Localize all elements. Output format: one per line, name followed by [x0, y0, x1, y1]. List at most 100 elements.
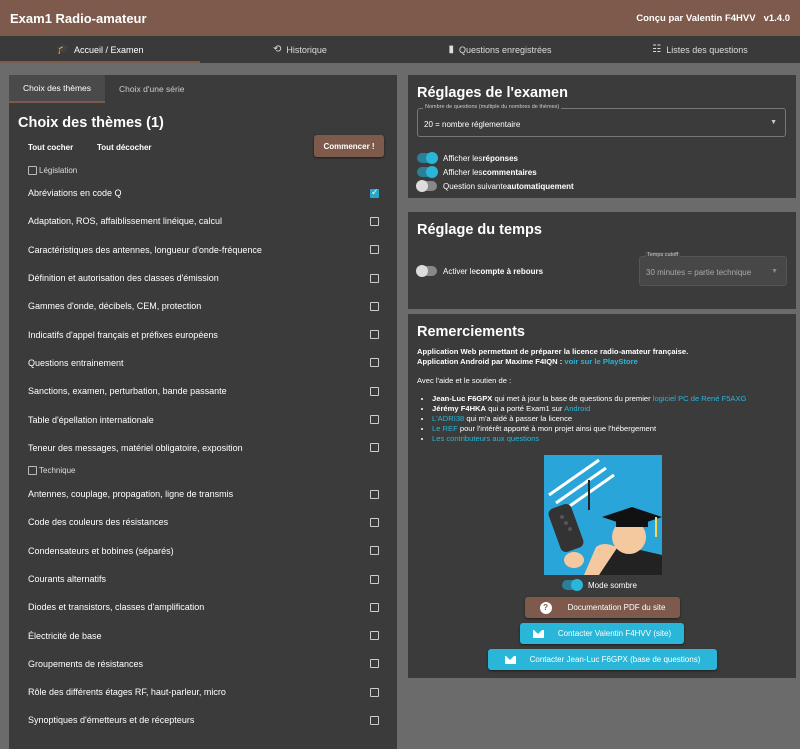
theme-checkbox[interactable]: [370, 687, 379, 697]
tab-label: Listes des questions: [666, 44, 748, 55]
toggle-auto-next[interactable]: Question suivante automatiquement: [416, 180, 574, 192]
contributors-link[interactable]: Les contributeurs aux questions: [432, 434, 539, 443]
category-checkbox[interactable]: [28, 165, 37, 175]
pdf-doc-button[interactable]: ? Documentation PDF du site: [525, 597, 680, 618]
theme-checkbox[interactable]: [370, 631, 379, 641]
category-label: Technique: [39, 466, 76, 476]
theme-label: Groupements de résistances: [28, 658, 144, 669]
theme-row[interactable]: Rôle des différents étages RF, haut-parl…: [9, 678, 397, 706]
contact-valentin-button[interactable]: Contacter Valentin F4HVV (site): [520, 623, 684, 644]
graduation-cap-icon: 🎓: [56, 44, 69, 55]
theme-row[interactable]: Électricité de base: [9, 621, 397, 649]
theme-checkbox[interactable]: [370, 415, 379, 425]
list-item: Le REF pour l'intérêt apporté à mon proj…: [432, 424, 746, 434]
theme-row[interactable]: Groupements de résistances: [9, 650, 397, 678]
theme-row[interactable]: Définition et autorisation des classes d…: [9, 264, 397, 292]
toggle-switch[interactable]: [417, 152, 438, 164]
tab-history[interactable]: ⟲ Historique: [200, 36, 400, 63]
main-nav: 🎓 Accueil / Examen ⟲ Historique ▮ Questi…: [0, 36, 800, 63]
theme-checkbox[interactable]: [370, 443, 379, 453]
theme-row[interactable]: Diodes et transistors, classes d'amplifi…: [9, 593, 397, 621]
theme-checkbox[interactable]: [370, 187, 379, 198]
tab-question-lists[interactable]: ☷ Listes des questions: [600, 36, 800, 63]
theme-label: Adaptation, ROS, affaiblissement linéiqu…: [28, 216, 222, 227]
toggle-dark-mode[interactable]: Mode sombre: [562, 579, 637, 591]
check-all-button[interactable]: Tout cocher: [28, 143, 73, 152]
toggle-show-comments[interactable]: Afficher les commentaires: [417, 166, 537, 178]
theme-checkbox[interactable]: [370, 602, 379, 612]
adri38-link[interactable]: L'ADRI38: [432, 414, 464, 423]
theme-checkbox[interactable]: [370, 574, 379, 584]
theme-checkbox[interactable]: [370, 659, 379, 669]
chevron-down-icon: ▼: [771, 268, 778, 275]
theme-checkbox[interactable]: [370, 301, 379, 311]
toggle-switch[interactable]: [416, 265, 437, 277]
theme-checkbox[interactable]: [370, 273, 379, 283]
theme-checkbox[interactable]: [370, 330, 379, 340]
tab-saved-questions[interactable]: ▮ Questions enregistrées: [400, 36, 600, 63]
theme-row[interactable]: Sanctions, examen, perturbation, bande p…: [9, 377, 397, 405]
playstore-link[interactable]: voir sur le PlayStore: [564, 357, 637, 366]
theme-row[interactable]: Synoptiques d'émetteurs et de récepteurs: [9, 706, 397, 734]
theme-checkbox[interactable]: [370, 358, 379, 368]
start-button[interactable]: Commencer !: [314, 135, 384, 157]
chevron-down-icon: ▼: [770, 119, 777, 126]
category-checkbox[interactable]: [28, 466, 37, 476]
theme-label: Diodes et transistors, classes d'amplifi…: [28, 602, 205, 613]
category-technique[interactable]: Technique: [9, 462, 397, 480]
bookmark-icon: ▮: [448, 44, 454, 55]
android-link[interactable]: Android: [564, 404, 590, 413]
toggle-switch[interactable]: [417, 166, 438, 178]
theme-checkbox[interactable]: [370, 715, 379, 725]
theme-row[interactable]: Condensateurs et bobines (séparés): [9, 537, 397, 565]
theme-row[interactable]: Questions entrainement: [9, 349, 397, 377]
themes-title: Choix des thèmes (1): [18, 115, 164, 131]
thanks-line-android: Application Android par Maxime F4IQN :: [417, 357, 563, 366]
tab-home-exam[interactable]: 🎓 Accueil / Examen: [0, 36, 200, 63]
theme-row[interactable]: Courants alternatifs: [9, 565, 397, 593]
theme-label: Caractéristiques des antennes, longueur …: [28, 244, 262, 255]
theme-row[interactable]: Indicatifs d'appel français et préfixes …: [9, 320, 397, 348]
help-icon: ?: [539, 601, 552, 614]
theme-row[interactable]: Caractéristiques des antennes, longueur …: [9, 236, 397, 264]
rene-software-link[interactable]: logiciel PC de René F5AXG: [653, 394, 747, 403]
toggle-switch[interactable]: [416, 180, 437, 192]
toggle-switch[interactable]: [562, 579, 583, 591]
theme-row[interactable]: Adaptation, ROS, affaiblissement linéiqu…: [9, 207, 397, 235]
category-legislation[interactable]: Législation: [9, 161, 397, 179]
history-icon: ⟲: [273, 44, 282, 55]
theme-label: Gammes d'onde, décibels, CEM, protection: [28, 301, 202, 312]
theme-row[interactable]: Gammes d'onde, décibels, CEM, protection: [9, 292, 397, 320]
subtab-series[interactable]: Choix d'une série: [105, 75, 198, 103]
legislation-theme-list: Abréviations en code Q Adaptation, ROS, a…: [9, 179, 397, 462]
theme-checkbox[interactable]: [370, 517, 379, 527]
app-header: Exam1 Radio-amateur Conçu par Valentin F…: [0, 0, 800, 36]
timer-select[interactable]: Temps cutoff 30 minutes = partie techniq…: [639, 252, 787, 286]
mail-icon: [532, 629, 544, 638]
themes-panel: Choix des thèmes Choix d'une série Choix…: [9, 75, 397, 749]
theme-row[interactable]: Abréviations en code Q: [9, 179, 397, 207]
toggle-show-answers[interactable]: Afficher les réponses: [417, 152, 518, 164]
question-count-select[interactable]: Nombre de questions (multiple du nombres…: [417, 104, 786, 137]
subtab-themes[interactable]: Choix des thèmes: [9, 75, 106, 103]
theme-label: Définition et autorisation des classes d…: [28, 273, 219, 284]
theme-checkbox[interactable]: [370, 386, 379, 396]
theme-checkbox[interactable]: [370, 489, 379, 499]
theme-checkbox[interactable]: [370, 245, 379, 255]
thanks-card: Remerciements Application Web permettant…: [408, 314, 796, 678]
ref-link[interactable]: Le REF: [432, 424, 458, 433]
technique-theme-list: Antennes, couplage, propagation, ligne d…: [9, 480, 397, 735]
theme-checkbox[interactable]: [370, 216, 379, 226]
theme-row[interactable]: Table d'épellation internationale: [9, 405, 397, 433]
theme-row[interactable]: Teneur des messages, matériel obligatoir…: [9, 434, 397, 462]
toggle-countdown[interactable]: Activer le compte à rebours: [416, 265, 543, 277]
contact-jeanluc-button[interactable]: Contacter Jean-Luc F6GPX (base de questi…: [488, 649, 717, 670]
uncheck-all-button[interactable]: Tout décocher: [97, 143, 152, 152]
theme-label: Synoptiques d'émetteurs et de récepteurs: [28, 715, 195, 726]
theme-checkbox[interactable]: [370, 546, 379, 556]
select-value: 20 = nombre réglementaire: [424, 120, 521, 129]
theme-row[interactable]: Antennes, couplage, propagation, ligne d…: [9, 480, 397, 508]
tab-label: Historique: [286, 44, 327, 55]
theme-row[interactable]: Code des couleurs des résistances: [9, 508, 397, 536]
exam-settings-title: Réglages de l'examen: [417, 85, 568, 101]
